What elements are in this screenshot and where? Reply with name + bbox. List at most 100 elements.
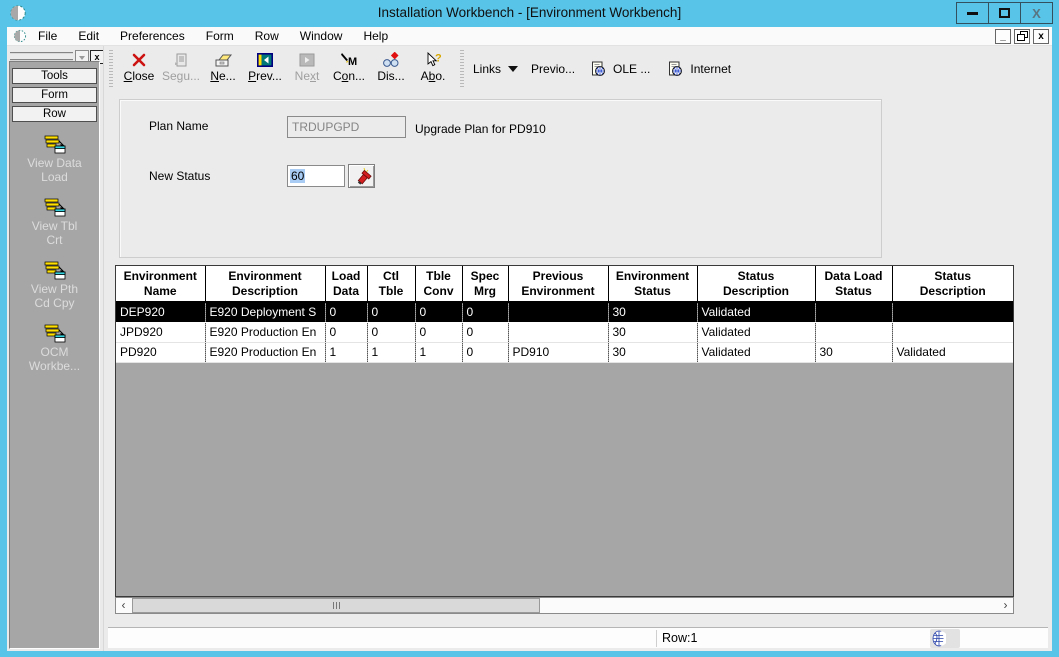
- form-workspace: Close Segu... Ne...: [103, 46, 1052, 651]
- grid-cell[interactable]: 30: [608, 322, 697, 342]
- grid-cell[interactable]: 0: [415, 322, 462, 342]
- menu-form[interactable]: Form: [206, 29, 234, 43]
- connect-icon: M: [340, 52, 358, 68]
- minimize-button[interactable]: [956, 2, 989, 24]
- child-window-icon[interactable]: [13, 29, 27, 43]
- exit-bar-grip[interactable]: [10, 52, 73, 61]
- grid-row[interactable]: DEP920 E920 Deployment S 0 0 0 0 30 Vali…: [116, 302, 1013, 322]
- window-title: Installation Workbench - [Environment Wo…: [0, 5, 1059, 20]
- grid-cell[interactable]: 0: [367, 302, 415, 322]
- plan-name-field: TRDUPGPD: [287, 116, 406, 138]
- menubar: File Edit Preferences Form Row Window He…: [7, 27, 1052, 46]
- previous-toolbar-button[interactable]: Prev...: [244, 49, 286, 89]
- report-icon: [42, 260, 68, 280]
- menu-row[interactable]: Row: [255, 29, 279, 43]
- close-window-button[interactable]: X: [1020, 2, 1053, 24]
- new-status-selected-text: 60: [290, 169, 305, 183]
- grid-cell[interactable]: 0: [325, 302, 367, 322]
- grid-cell[interactable]: E920 Production En: [205, 322, 325, 342]
- grid-cell[interactable]: 1: [325, 342, 367, 362]
- sidebar-tab-tools[interactable]: Tools: [12, 68, 97, 84]
- grid-cell[interactable]: 0: [462, 322, 508, 342]
- sidebar-item-ocm-workbench[interactable]: OCM Workbe...: [10, 323, 99, 373]
- grid-cell[interactable]: [508, 302, 608, 322]
- grid-cell[interactable]: [508, 322, 608, 342]
- grid-cell[interactable]: Validated: [892, 342, 1013, 362]
- child-restore-button[interactable]: [1014, 29, 1030, 44]
- menu-edit[interactable]: Edit: [78, 29, 99, 43]
- close-toolbar-button[interactable]: Close: [118, 49, 160, 89]
- connections-toolbar-button[interactable]: M Con...: [328, 49, 370, 89]
- grid-cell[interactable]: PD920: [116, 342, 205, 362]
- grid-cell[interactable]: PD910: [508, 342, 608, 362]
- toolbar-grip[interactable]: [460, 50, 464, 88]
- grid-cell[interactable]: Validated: [697, 342, 815, 362]
- internet-button[interactable]: Internet: [690, 62, 731, 76]
- links-dropdown-icon[interactable]: [508, 66, 518, 72]
- report-icon: [42, 197, 68, 217]
- grid-cell[interactable]: E920 Production En: [205, 342, 325, 362]
- sidebar-item-view-tbl-crt[interactable]: View Tbl Crt: [10, 197, 99, 247]
- grid-cell[interactable]: [815, 322, 892, 342]
- menu-file[interactable]: File: [38, 29, 57, 43]
- grid-cell[interactable]: DEP920: [116, 302, 205, 322]
- sidebar-item-label: View Tbl: [32, 219, 78, 233]
- display-toolbar-button[interactable]: Dis...: [370, 49, 412, 89]
- grid-cell[interactable]: 0: [462, 302, 508, 322]
- form-header-panel: Plan Name TRDUPGPD Upgrade Plan for PD91…: [119, 99, 882, 258]
- statusbar-row-indicator: Row:1: [662, 631, 697, 645]
- menu-window[interactable]: Window: [300, 29, 343, 43]
- grid-cell[interactable]: E920 Deployment S: [205, 302, 325, 322]
- grid-cell[interactable]: 30: [608, 342, 697, 362]
- new-toolbar-button[interactable]: Ne...: [202, 49, 244, 89]
- ole-button[interactable]: OLE ...: [613, 62, 650, 76]
- sequence-toolbar-button: Segu...: [160, 49, 202, 89]
- grid-cell[interactable]: 1: [367, 342, 415, 362]
- grid-cell[interactable]: 0: [367, 322, 415, 342]
- maximize-button[interactable]: [988, 2, 1021, 24]
- new-status-field[interactable]: 60: [287, 165, 345, 187]
- grid-cell[interactable]: 0: [325, 322, 367, 342]
- sidebar-tab-form[interactable]: Form: [12, 87, 97, 103]
- grid-cell[interactable]: [892, 302, 1013, 322]
- column-header: EnvironmentDescription: [205, 266, 325, 302]
- sidebar-tab-row[interactable]: Row: [12, 106, 97, 122]
- grid-row[interactable]: PD920 E920 Production En 1 1 1 0 PD910 3…: [116, 342, 1013, 362]
- sidebar-item-view-pth-cd-cpy[interactable]: View Pth Cd Cpy: [10, 260, 99, 310]
- grid-cell[interactable]: JPD920: [116, 322, 205, 342]
- previous-link-button[interactable]: Previo...: [531, 62, 575, 76]
- next-icon: [299, 52, 315, 68]
- grid-cell[interactable]: [815, 302, 892, 322]
- about-toolbar-button[interactable]: ? Abo.: [412, 49, 454, 89]
- exit-bar-panel: Tools Form Row View Data Load: [9, 61, 100, 649]
- menu-preferences[interactable]: Preferences: [120, 29, 185, 43]
- scrollbar-thumb[interactable]: [132, 598, 540, 613]
- toolbar-grip[interactable]: [109, 50, 113, 88]
- sidebar-item-view-data-load[interactable]: View Data Load: [10, 134, 99, 184]
- menu-help[interactable]: Help: [363, 29, 388, 43]
- grid-row[interactable]: JPD920 E920 Production En 0 0 0 0 30 Val…: [116, 322, 1013, 342]
- statusbar: Row:1: [108, 627, 1048, 648]
- sidebar-item-label: Crt: [47, 233, 63, 247]
- child-minimize-icon: _: [1000, 31, 1006, 42]
- grid-horizontal-scrollbar[interactable]: ‹ ›: [115, 597, 1014, 614]
- child-minimize-button[interactable]: _: [995, 29, 1011, 44]
- grid-cell[interactable]: 30: [608, 302, 697, 322]
- ole-icon: [590, 61, 606, 77]
- links-toolbar: Links Previo... OLE ... Internet: [473, 49, 731, 89]
- grid-cell[interactable]: 1: [415, 342, 462, 362]
- grid-cell[interactable]: 30: [815, 342, 892, 362]
- grid-cell[interactable]: 0: [462, 342, 508, 362]
- links-button[interactable]: Links: [473, 62, 501, 76]
- close-icon: X: [1032, 7, 1041, 20]
- scroll-right-button[interactable]: ›: [998, 598, 1013, 613]
- grid-cell[interactable]: 0: [415, 302, 462, 322]
- next-toolbar-button: Next: [286, 49, 328, 89]
- visual-assist-button[interactable]: [348, 164, 375, 188]
- grid-cell[interactable]: [892, 322, 1013, 342]
- child-close-button[interactable]: x: [1033, 29, 1049, 44]
- grid-cell[interactable]: Validated: [697, 302, 815, 322]
- child-close-icon: x: [1038, 31, 1044, 42]
- grid-cell[interactable]: Validated: [697, 322, 815, 342]
- scroll-left-button[interactable]: ‹: [116, 598, 131, 613]
